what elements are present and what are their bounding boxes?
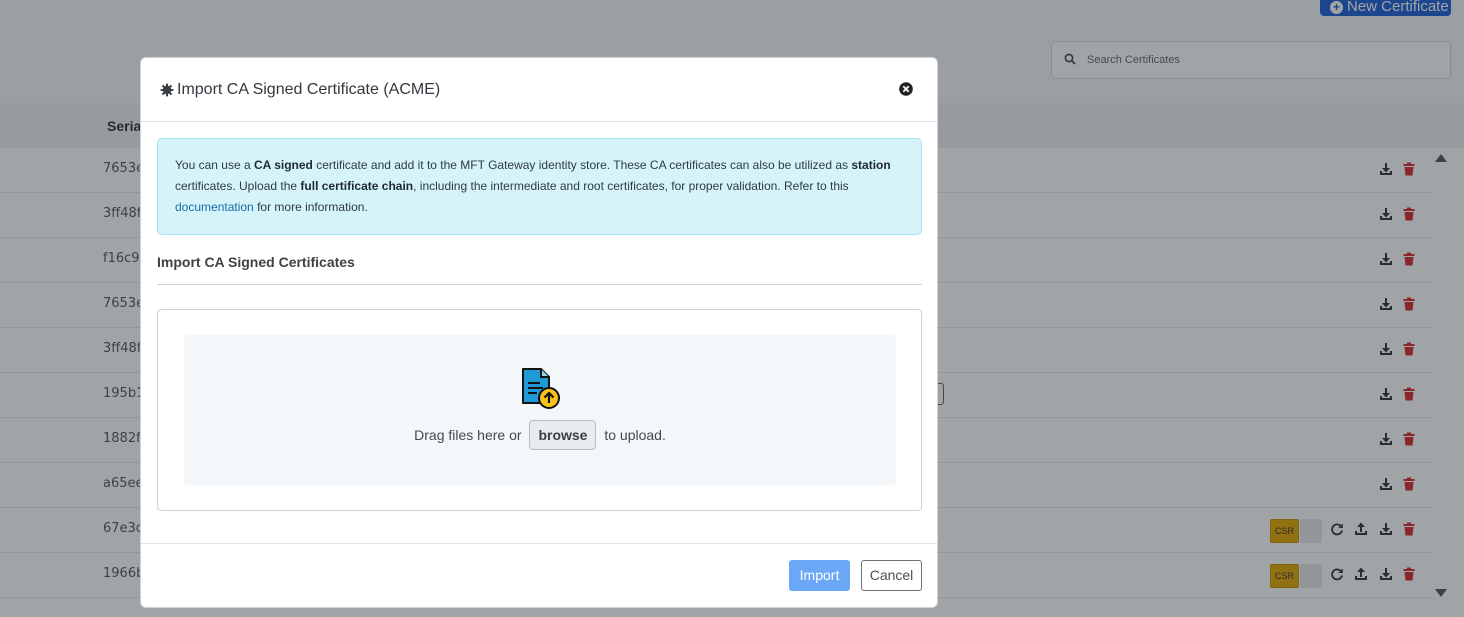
section-divider bbox=[157, 284, 922, 285]
modal-header: Import CA Signed Certificate (ACME) bbox=[141, 58, 937, 122]
import-button[interactable]: Import bbox=[789, 560, 850, 591]
section-title: Import CA Signed Certificates bbox=[157, 254, 355, 270]
info-alert: You can use a CA signed certificate and … bbox=[157, 138, 922, 235]
modal-title: Import CA Signed Certificate (ACME) bbox=[177, 81, 441, 98]
gear-icon bbox=[160, 83, 174, 97]
file-dropzone[interactable]: Drag files here or browse to upload. bbox=[184, 335, 896, 485]
browse-button[interactable]: browse bbox=[529, 420, 597, 450]
modal-footer-divider bbox=[141, 543, 937, 544]
close-icon[interactable] bbox=[898, 81, 914, 97]
cancel-button[interactable]: Cancel bbox=[861, 560, 922, 591]
file-upload-icon bbox=[522, 368, 560, 409]
upload-container: Drag files here or browse to upload. bbox=[157, 309, 922, 511]
import-certificate-modal: Import CA Signed Certificate (ACME) You … bbox=[140, 57, 938, 608]
dropzone-text: Drag files here or browse to upload. bbox=[184, 420, 896, 450]
documentation-link[interactable]: documentation bbox=[175, 200, 254, 214]
